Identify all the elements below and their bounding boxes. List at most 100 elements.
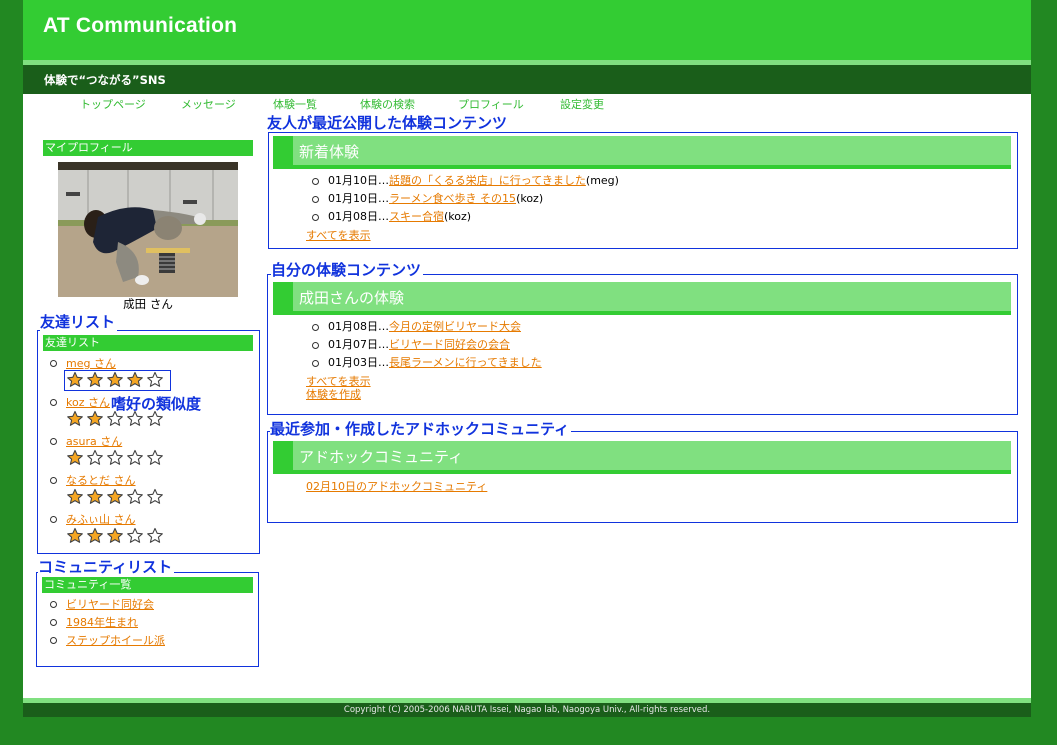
show-all-link[interactable]: すべてを表示: [306, 227, 371, 243]
friend-item: asura さん: [44, 433, 254, 472]
star-filled-icon: [87, 527, 103, 543]
community-link[interactable]: ビリヤード同好会: [66, 598, 154, 611]
entry-author: (meg): [585, 174, 619, 187]
bullet-icon: [50, 399, 57, 406]
entry-link[interactable]: 長尾ラーメンに行ってきました: [389, 356, 542, 369]
star-filled-icon: [107, 488, 123, 504]
bullet-icon: [50, 619, 57, 626]
bullet-icon: [312, 342, 319, 349]
nav-item-experience-list[interactable]: 体験一覧: [273, 96, 317, 112]
friend-link[interactable]: みふぃ山 さん: [66, 513, 136, 526]
friends-list-legend: 友達リスト: [40, 313, 118, 331]
star-filled-icon: [67, 488, 83, 504]
bullet-icon: [50, 637, 57, 644]
star-empty-icon: [147, 449, 163, 465]
star-empty-icon: [147, 488, 163, 504]
adhoc-community-link[interactable]: 02月10日のアドホックコミュニティ: [306, 478, 487, 494]
similarity-stars: [66, 449, 254, 466]
star-empty-icon: [127, 527, 143, 543]
friend-link[interactable]: なるとだ さん: [66, 474, 136, 487]
experience-entry: 01月03日…長尾ラーメンに行ってきました: [306, 354, 1006, 372]
friend-item: みふぃ山 さん: [44, 511, 254, 550]
entry-date: 01月10日…: [328, 174, 389, 187]
experience-entry: 01月07日…ビリヤード同好会の会合: [306, 336, 1006, 354]
bullet-icon: [312, 178, 319, 185]
community-list: ビリヤード同好会 1984年生まれ ステップホイール派: [44, 596, 254, 650]
similarity-stars: [66, 488, 254, 505]
entry-link[interactable]: ラーメン食べ歩き その15: [389, 192, 516, 205]
bullet-icon: [50, 516, 57, 523]
adhoc-panel-header: アドホックコミュニティ: [273, 441, 1011, 474]
bullet-icon: [50, 477, 57, 484]
site-title[interactable]: AT Communication: [43, 14, 237, 38]
experience-entry: 01月10日…ラーメン食べ歩き その15(koz): [306, 190, 1006, 208]
create-experience-link[interactable]: 体験を作成: [306, 386, 361, 402]
community-link[interactable]: 1984年生まれ: [66, 616, 138, 629]
star-filled-icon: [67, 410, 83, 426]
community-item: ビリヤード同好会: [44, 596, 254, 614]
nav-item-messages[interactable]: メッセージ: [181, 96, 236, 112]
similarity-annotation: 嗜好の類似度: [111, 395, 202, 413]
community-link[interactable]: ステップホイール派: [66, 634, 165, 647]
main-nav: トップページ メッセージ 体験一覧 体験の検索 プロフィール 設定変更: [23, 96, 1031, 112]
nav-item-profile[interactable]: プロフィール: [458, 96, 524, 112]
experience-entry: 01月10日…話題の「くるる栄店」に行ってきました(meg): [306, 172, 1006, 190]
bullet-icon: [312, 196, 319, 203]
panel-accent: [273, 136, 293, 165]
friend-item: なるとだ さん: [44, 472, 254, 511]
tagline: 体験で“つながる”SNS: [44, 73, 166, 87]
bullet-icon: [50, 601, 57, 608]
my-contents-list: 01月08日…今月の定例ビリヤード大会 01月07日…ビリヤード同好会の会合 0…: [306, 318, 1006, 372]
tagline-bar: 体験で“つながる”SNS: [23, 65, 1031, 94]
new-experiences-panel-header: 新着体験: [273, 136, 1011, 169]
site-header: AT Communication: [23, 0, 1031, 60]
star-filled-icon: [67, 527, 83, 543]
entry-link[interactable]: 今月の定例ビリヤード大会: [389, 320, 521, 333]
profile-photo[interactable]: [58, 162, 238, 297]
friends-recent-legend: 友人が最近公開した体験コンテンツ: [267, 114, 510, 132]
entry-author: (koz): [516, 192, 544, 205]
similarity-stars: [66, 527, 254, 544]
entry-link[interactable]: スキー合宿: [389, 210, 444, 223]
panel-title: 成田さんの体験: [299, 289, 405, 307]
bullet-icon: [50, 438, 57, 445]
star-filled-icon: [87, 488, 103, 504]
star-empty-icon: [107, 449, 123, 465]
experience-entry: 01月08日…今月の定例ビリヤード大会: [306, 318, 1006, 336]
friend-link[interactable]: koz さん: [66, 396, 110, 409]
nav-item-experience-search[interactable]: 体験の検索: [360, 96, 415, 112]
panel-title: 新着体験: [299, 143, 360, 161]
friends-list-heading: 友達リスト: [43, 335, 253, 351]
adhoc-community-legend: 最近参加・作成したアドホックコミュニティ: [270, 420, 572, 438]
page-frame: AT Communication 体験で“つながる”SNS トップページ メッセ…: [23, 0, 1031, 717]
panel-title: アドホックコミュニティ: [299, 448, 464, 466]
star-empty-icon: [87, 449, 103, 465]
panel-accent: [273, 282, 293, 311]
friend-link[interactable]: meg さん: [66, 357, 116, 370]
entry-date: 01月07日…: [328, 338, 389, 351]
community-item: 1984年生まれ: [44, 614, 254, 632]
friends-recent-list: 01月10日…話題の「くるる栄店」に行ってきました(meg) 01月10日…ラー…: [306, 172, 1006, 226]
similarity-highlight-box: [64, 370, 171, 391]
nav-item-top-page[interactable]: トップページ: [80, 96, 146, 112]
friend-link[interactable]: asura さん: [66, 435, 122, 448]
my-contents-legend: 自分の体験コンテンツ: [271, 261, 424, 279]
entry-author: (koz): [444, 210, 472, 223]
bullet-icon: [312, 324, 319, 331]
panel-accent: [273, 441, 293, 470]
entry-date: 01月08日…: [328, 210, 389, 223]
entry-link[interactable]: ビリヤード同好会の会合: [389, 338, 510, 351]
star-filled-icon: [107, 527, 123, 543]
my-experiences-panel-header: 成田さんの体験: [273, 282, 1011, 315]
profile-name: 成田 さん: [123, 297, 173, 311]
nav-item-settings[interactable]: 設定変更: [560, 96, 604, 112]
star-empty-icon: [127, 449, 143, 465]
experience-entry: 01月08日…スキー合宿(koz): [306, 208, 1006, 226]
entry-link[interactable]: 話題の「くるる栄店」に行ってきました: [389, 174, 586, 187]
bullet-icon: [312, 214, 319, 221]
bullet-icon: [312, 360, 319, 367]
my-profile-heading: マイプロフィール: [43, 140, 253, 156]
entry-date: 01月08日…: [328, 320, 389, 333]
star-empty-icon: [127, 488, 143, 504]
footer: Copyright (C) 2005-2006 NARUTA Issei, Na…: [23, 703, 1031, 717]
